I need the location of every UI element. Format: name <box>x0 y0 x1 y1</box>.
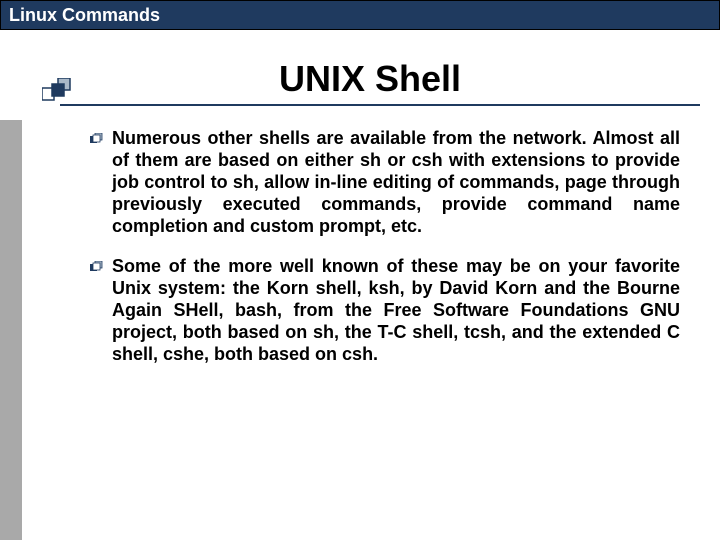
bullet-text: Some of the more well known of these may… <box>112 256 680 366</box>
bullet-icon <box>90 261 104 273</box>
bullet-text: Numerous other shells are available from… <box>112 128 680 238</box>
header-title: Linux Commands <box>9 5 160 26</box>
content-area: Numerous other shells are available from… <box>90 128 680 366</box>
list-item: Numerous other shells are available from… <box>90 128 680 238</box>
decorative-squares-icon <box>42 78 76 104</box>
header-bar: Linux Commands <box>0 0 720 30</box>
title-underline <box>60 104 700 106</box>
slide-title: UNIX Shell <box>60 58 680 100</box>
title-area: UNIX Shell <box>60 58 680 100</box>
bullet-icon <box>90 133 104 145</box>
list-item: Some of the more well known of these may… <box>90 256 680 366</box>
left-sidebar-strip <box>0 120 22 540</box>
